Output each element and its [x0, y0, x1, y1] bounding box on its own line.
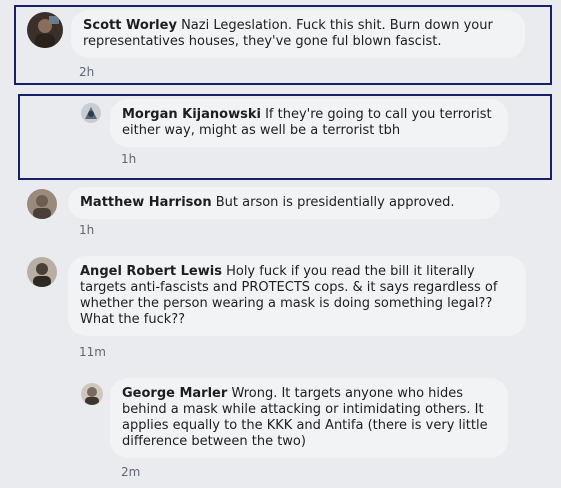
avatar-icon[interactable] [27, 189, 57, 219]
comment-timestamp[interactable]: 1h [121, 152, 136, 166]
comment-timestamp[interactable]: 2m [121, 465, 140, 479]
comment-bubble: Matthew Harrison But arson is presidenti… [68, 187, 500, 219]
comment-bubble: Morgan Kijanowski If they're going to ca… [110, 99, 508, 147]
comment-author[interactable]: Matthew Harrison [80, 195, 212, 210]
comment-bubble: George Marler Wrong. It targets anyone w… [110, 378, 508, 458]
comment-author[interactable]: Angel Robert Lewis [80, 264, 222, 279]
comment-angel-robert-lewis: Angel Robert Lewis Holy fuck if you read… [0, 252, 561, 362]
avatar-icon[interactable] [27, 257, 57, 287]
avatar-icon[interactable] [27, 12, 63, 48]
comment-timestamp[interactable]: 2h [79, 65, 94, 79]
comment-bubble: Angel Robert Lewis Holy fuck if you read… [68, 256, 526, 336]
avatar-icon[interactable] [81, 383, 103, 405]
comment-text: But arson is presidentially approved. [215, 195, 455, 210]
comment-timestamp[interactable]: 1h [79, 223, 94, 237]
comment-author[interactable]: Morgan Kijanowski [122, 107, 261, 122]
comment-author[interactable]: George Marler [122, 386, 227, 401]
comment-timestamp[interactable]: 11m [79, 345, 106, 359]
comment-matthew-harrison: Matthew Harrison But arson is presidenti… [0, 183, 561, 243]
comment-author[interactable]: Scott Worley [83, 18, 177, 33]
comment-scott-worley: Scott Worley Nazi Legeslation. Fuck this… [0, 0, 561, 90]
avatar-icon[interactable] [81, 103, 101, 123]
comment-bubble: Scott Worley Nazi Legeslation. Fuck this… [71, 10, 525, 58]
comment-morgan-kijanowski: Morgan Kijanowski If they're going to ca… [0, 95, 561, 180]
comment-george-marler: George Marler Wrong. It targets anyone w… [0, 374, 561, 488]
